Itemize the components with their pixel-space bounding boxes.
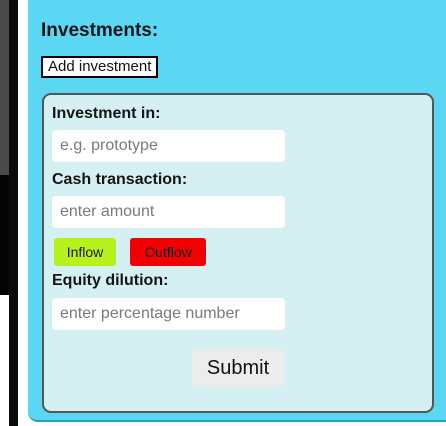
cash-amount-input[interactable]	[52, 196, 285, 228]
left-edge-dark-bar	[9, 0, 18, 426]
investments-panel: Investments: Add investment Investment i…	[28, 0, 446, 422]
app-frame: Investments: Add investment Investment i…	[0, 0, 446, 426]
submit-button[interactable]: Submit	[192, 349, 284, 387]
investment-in-label: Investment in:	[52, 105, 161, 122]
equity-percentage-input[interactable]	[52, 298, 285, 330]
investment-in-input[interactable]	[52, 130, 285, 162]
investment-form: Investment in: Cash transaction: Inflow …	[42, 93, 434, 413]
outflow-button[interactable]: Outflow	[130, 238, 206, 266]
add-investment-button[interactable]: Add investment	[41, 56, 159, 78]
inflow-button[interactable]: Inflow	[54, 238, 116, 266]
cash-transaction-label: Cash transaction:	[52, 171, 188, 188]
left-window-edge	[0, 0, 20, 426]
investments-title: Investments:	[41, 20, 159, 41]
equity-dilution-label: Equity dilution:	[52, 272, 169, 289]
